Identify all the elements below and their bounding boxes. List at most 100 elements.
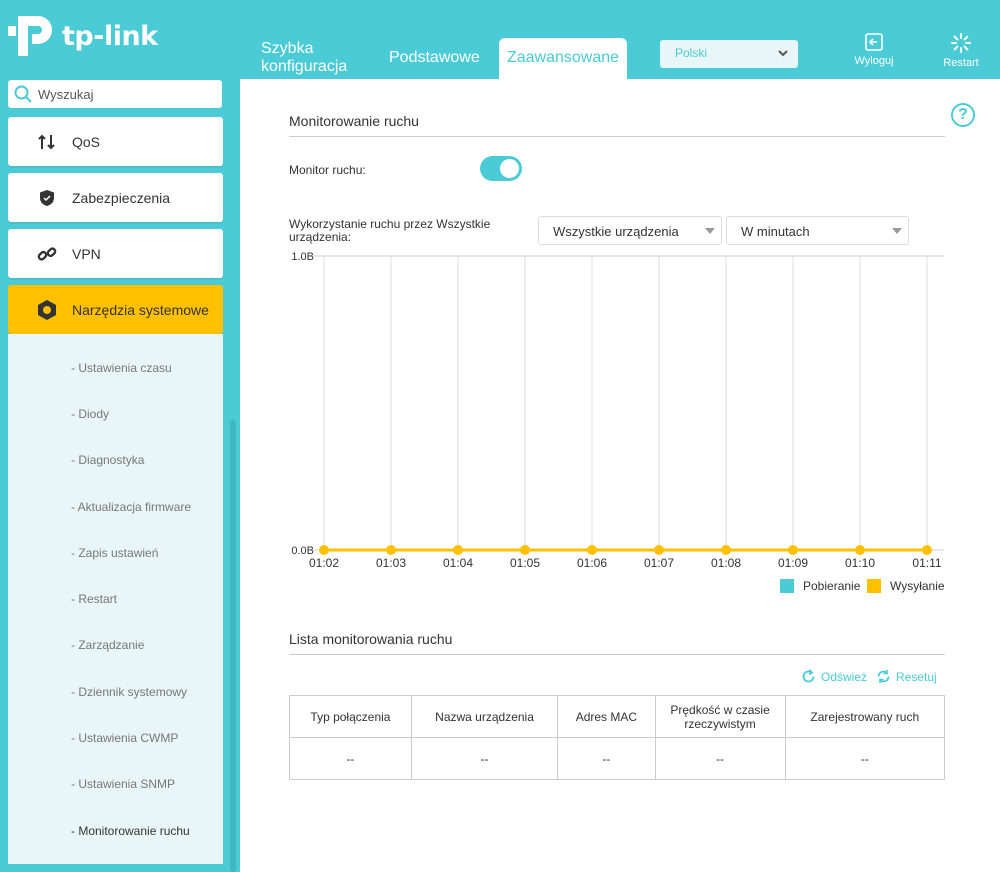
logout-button[interactable]: Wyloguj xyxy=(851,32,897,67)
sidebar-item-label: VPN xyxy=(72,245,101,262)
submenu-firmware-update[interactable]: - Aktualizacja firmware xyxy=(71,500,191,514)
link-icon xyxy=(36,244,58,264)
submenu-time-settings[interactable]: - Ustawienia czasu xyxy=(71,361,172,375)
page-title: Monitorowanie ruchu xyxy=(289,113,419,129)
shield-icon xyxy=(36,189,58,207)
data-point xyxy=(520,545,530,555)
data-point xyxy=(319,545,329,555)
tp-link-logo: tp-link xyxy=(8,12,158,60)
dropdown-arrow-icon xyxy=(705,228,715,234)
language-value: Polski xyxy=(675,46,708,60)
reset-icon xyxy=(877,670,890,683)
submenu-leds[interactable]: - Diody xyxy=(71,407,109,421)
legend-upload: Wysyłanie xyxy=(867,579,945,593)
x-tick-label: 01:08 xyxy=(711,556,741,570)
legend-label-upload: Wysyłanie xyxy=(890,579,945,593)
refresh-button[interactable]: Odśwież xyxy=(801,669,867,684)
sidebar-item-vpn[interactable]: VPN xyxy=(8,229,223,278)
submenu-snmp[interactable]: - Ustawienia SNMP xyxy=(71,777,175,791)
help-icon[interactable]: ? xyxy=(951,103,975,127)
legend-download: Pobieranie xyxy=(780,579,860,593)
table-cell: -- xyxy=(289,737,412,780)
search-placeholder: Wyszukaj xyxy=(38,86,94,102)
table-cell: -- xyxy=(557,737,656,780)
device-select[interactable]: Wszystkie urządzenia xyxy=(538,216,722,245)
data-point xyxy=(855,545,865,555)
monitor-toggle[interactable] xyxy=(480,156,522,181)
legend-swatch-download xyxy=(780,579,794,593)
restart-label: Restart xyxy=(943,57,979,69)
restart-icon xyxy=(951,33,971,53)
legend-swatch-upload xyxy=(867,579,881,593)
sidebar-item-label: QoS xyxy=(72,133,101,150)
sidebar-item-qos[interactable]: QoS xyxy=(8,117,223,166)
column-header: Nazwa urządzenia xyxy=(410,695,559,738)
submenu-administration[interactable]: - Zarządzanie xyxy=(71,638,144,652)
language-select[interactable]: Polski xyxy=(660,40,798,68)
interval-select[interactable]: W minutach xyxy=(726,216,909,245)
usage-label: Wykorzystanie ruchu przez Wszystkie urzą… xyxy=(289,217,491,244)
gear-icon xyxy=(36,299,58,321)
data-point xyxy=(788,545,798,555)
x-tick-label: 01:04 xyxy=(443,556,473,570)
list-divider xyxy=(289,654,945,655)
data-point xyxy=(654,545,664,555)
x-tick-label: 01:07 xyxy=(644,556,674,570)
data-point xyxy=(386,545,396,555)
traffic-table: Typ połączenia Nazwa urządzenia Adres MA… xyxy=(289,695,946,780)
submenu-cwmp[interactable]: - Ustawienia CWMP xyxy=(71,731,178,745)
x-tick-label: 01:03 xyxy=(376,556,406,570)
y-tick-label: 1.0B xyxy=(291,251,314,263)
device-select-value: Wszystkie urządzenia xyxy=(553,224,679,239)
column-header: Zarejestrowany ruch xyxy=(784,695,946,738)
submenu-backup[interactable]: - Zapis ustawień xyxy=(71,546,158,560)
x-tick-label: 01:09 xyxy=(778,556,808,570)
reset-label: Resetuj xyxy=(896,669,937,684)
tp-link-logo-icon xyxy=(8,16,52,56)
dropdown-arrow-icon xyxy=(892,228,902,234)
x-tick-label: 01:05 xyxy=(510,556,540,570)
logout-icon xyxy=(865,33,883,51)
column-header: Adres MAC xyxy=(557,695,656,738)
logo-text: tp-link xyxy=(62,20,158,52)
sidebar-scrollbar[interactable] xyxy=(230,420,236,872)
sidebar-item-security[interactable]: Zabezpieczenia xyxy=(8,173,223,222)
legend-label-download: Pobieranie xyxy=(803,579,861,593)
data-point xyxy=(721,545,731,555)
traffic-chart: 1.0B0.0B01:02 01:03 01:04 01:05 01:06 01:07 01… xyxy=(291,251,944,570)
chevron-down-icon xyxy=(778,50,788,57)
tab-quick-setup[interactable]: Szybka konfiguracja xyxy=(261,40,361,76)
refresh-icon xyxy=(802,669,815,683)
table-cell: -- xyxy=(784,737,946,780)
list-title: Lista monitorowania ruchu xyxy=(289,631,453,647)
sidebar-item-system-tools[interactable]: Narzędzia systemowe xyxy=(8,285,223,334)
reset-button[interactable]: Resetuj xyxy=(876,669,937,684)
table-cell: -- xyxy=(410,737,559,780)
updown-arrows-icon xyxy=(36,133,58,151)
refresh-label: Odśwież xyxy=(821,669,868,684)
x-tick-label: 01:10 xyxy=(845,556,875,570)
data-point xyxy=(453,545,463,555)
restart-button[interactable]: Restart xyxy=(938,32,984,69)
data-point xyxy=(587,545,597,555)
monitor-label: Monitor ruchu: xyxy=(289,163,366,177)
submenu-system-log[interactable]: - Dziennik systemowy xyxy=(71,685,187,699)
submenu-restart[interactable]: - Restart xyxy=(71,592,117,606)
column-header: Typ połączenia xyxy=(289,695,412,738)
x-tick-label: 01:02 xyxy=(309,556,339,570)
search-icon xyxy=(14,85,32,103)
submenu-traffic-monitor[interactable]: - Monitorowanie ruchu xyxy=(71,824,190,838)
submenu-diagnostics[interactable]: - Diagnostyka xyxy=(71,453,144,467)
column-header: Prędkość w czasie rzeczywistym xyxy=(654,695,786,738)
data-point xyxy=(922,545,932,555)
sidebar-submenu: - Ustawienia czasu - Diody - Diagnostyka… xyxy=(8,334,223,864)
table-header-row: Typ połączenia Nazwa urządzenia Adres MA… xyxy=(289,695,946,738)
x-tick-label: 01:06 xyxy=(577,556,607,570)
tab-basic[interactable]: Podstawowe xyxy=(389,49,480,67)
search-input[interactable]: Wyszukaj xyxy=(8,80,222,108)
toggle-knob xyxy=(500,159,519,178)
main-panel: ? Monitorowanie ruchu Monitor ruchu: Wyk… xyxy=(240,79,1000,872)
tab-advanced[interactable]: Zaawansowane xyxy=(499,38,627,79)
logout-label: Wyloguj xyxy=(854,55,894,67)
title-divider xyxy=(289,136,945,137)
